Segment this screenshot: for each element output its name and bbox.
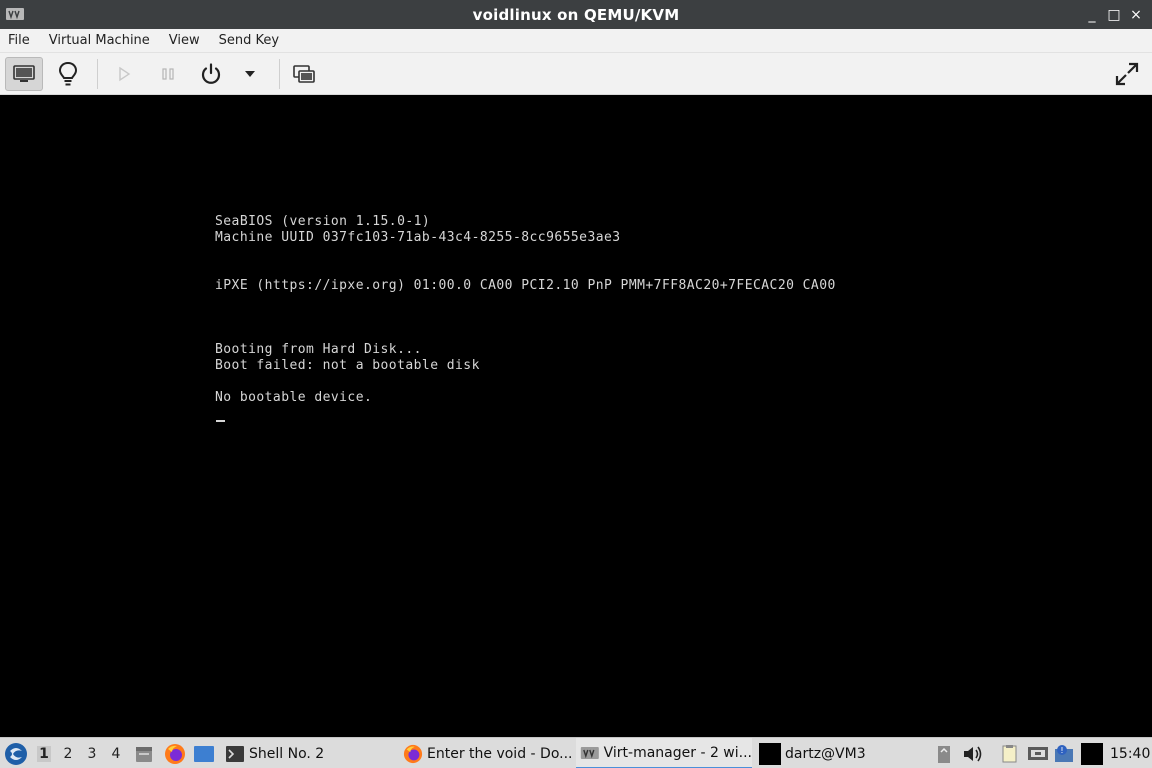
window-title: voidlinux on QEMU/KVM (472, 5, 680, 24)
workspace-2[interactable]: 2 (61, 738, 75, 768)
toolbar-separator (279, 59, 280, 89)
console-line-booting: Booting from Hard Disk... (215, 342, 422, 357)
workspace-3[interactable]: 3 (85, 738, 99, 768)
task-label: dartz@VM3 (785, 745, 866, 762)
console-line-ipxe: iPXE (https://ipxe.org) 01:00.0 CA00 PCI… (215, 278, 836, 293)
file-manager-launcher[interactable] (134, 738, 154, 768)
console-cursor (216, 420, 225, 422)
desktop-launcher[interactable] (193, 738, 215, 768)
fullscreen-button[interactable] (1108, 57, 1146, 91)
terminal-black-icon (1081, 742, 1103, 765)
tray-clipboard[interactable] (936, 738, 952, 768)
virt-manager-app-icon (6, 8, 24, 20)
pause-button[interactable] (149, 57, 187, 91)
menu-bar: File Virtual Machine View Send Key (0, 29, 1152, 53)
task-dartz-vm3[interactable]: dartz@VM3 (759, 738, 866, 768)
task-firefox[interactable]: Enter the void - Do... (403, 738, 572, 768)
task-virt-manager[interactable]: Virt-manager - 2 wi... (576, 738, 752, 768)
task-label: Virt-manager - 2 wi... (603, 744, 752, 761)
notes-icon (1002, 744, 1017, 762)
tray-updates[interactable]: ! (1053, 738, 1075, 768)
task-label: Enter the void - Do... (427, 745, 573, 762)
tray-network[interactable] (1027, 738, 1049, 768)
start-menu-button[interactable] (4, 738, 28, 768)
close-button[interactable]: × (1128, 7, 1144, 23)
run-button[interactable] (105, 57, 143, 91)
pause-icon (162, 68, 174, 80)
menu-view[interactable]: View (169, 33, 200, 48)
tray-notes[interactable] (1000, 738, 1020, 768)
console-line-no-bootable: No bootable device. (215, 390, 373, 405)
firefox-launcher[interactable] (164, 738, 186, 768)
virt-manager-icon (580, 746, 599, 759)
svg-text:!: ! (1060, 746, 1063, 755)
workspace-label: 1 (37, 745, 51, 762)
update-notifier-icon: ! (1055, 744, 1073, 762)
window-titlebar: voidlinux on QEMU/KVM _ □ × (0, 0, 1152, 29)
start-menu-icon (5, 742, 27, 765)
toolbar (0, 53, 1152, 95)
clipboard-icon (938, 745, 950, 763)
firefox-icon (165, 743, 185, 764)
power-icon (201, 63, 221, 84)
menu-send-key[interactable]: Send Key (219, 33, 279, 48)
console-view-button[interactable] (5, 57, 43, 91)
task-shell-no-2[interactable]: Shell No. 2 (225, 738, 324, 768)
console-line-uuid: Machine UUID 037fc103-71ab-43c4-8255-8cc… (215, 230, 621, 245)
menu-virtual-machine[interactable]: Virtual Machine (49, 33, 150, 48)
maximize-button[interactable]: □ (1106, 7, 1122, 23)
lightbulb-icon (58, 61, 78, 86)
taskbar: 1 2 3 4 Shell No. 2 Enter the void - Do.… (0, 737, 1152, 768)
monitor-icon (13, 65, 35, 82)
show-desktop-icon (194, 745, 214, 762)
vm-console-display[interactable]: SeaBIOS (version 1.15.0-1) Machine UUID … (0, 95, 1152, 737)
volume-icon (964, 746, 982, 761)
workspace-1[interactable]: 1 (37, 738, 51, 768)
terminal-icon (226, 745, 244, 762)
window-controls: _ □ × (1084, 0, 1144, 29)
workspace-label: 4 (111, 745, 121, 762)
menu-file[interactable]: File (8, 33, 30, 48)
fullscreen-icon (1115, 62, 1139, 86)
tray-volume[interactable] (962, 738, 984, 768)
tray-terminal[interactable] (1081, 738, 1103, 768)
clock[interactable]: 15:40 (1110, 738, 1150, 768)
run-icon (119, 66, 131, 82)
console-line-seabios: SeaBIOS (version 1.15.0-1) (215, 214, 431, 229)
chevron-down-icon (245, 71, 255, 77)
toolbar-separator (97, 59, 98, 89)
shutdown-menu-button[interactable] (231, 57, 269, 91)
snapshots-button[interactable] (285, 57, 323, 91)
details-button[interactable] (49, 57, 87, 91)
terminal-black-icon (759, 742, 781, 765)
workspace-label: 2 (63, 745, 73, 762)
task-label: Shell No. 2 (249, 745, 325, 762)
network-icon (1028, 746, 1048, 760)
console-line-boot-failed: Boot failed: not a bootable disk (215, 358, 480, 373)
minimize-button[interactable]: _ (1084, 7, 1100, 23)
snapshots-icon (293, 65, 315, 83)
file-manager-icon (136, 746, 152, 762)
firefox-icon (403, 744, 423, 763)
shutdown-button[interactable] (192, 57, 230, 91)
workspace-4[interactable]: 4 (109, 738, 123, 768)
workspace-label: 3 (87, 745, 97, 762)
